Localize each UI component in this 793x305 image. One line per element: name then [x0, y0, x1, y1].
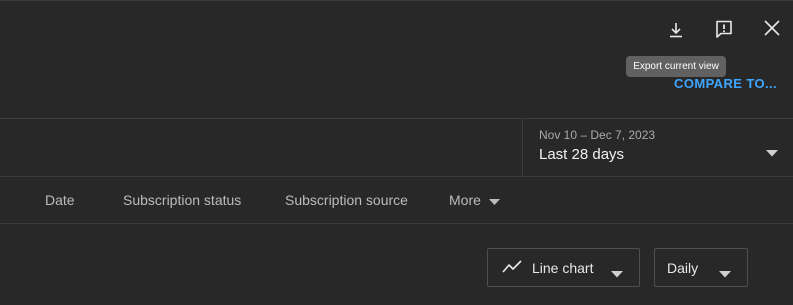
tabs-divider [0, 223, 793, 224]
caret-down-icon [766, 144, 778, 162]
tab-date[interactable]: Date [45, 176, 75, 223]
tab-more[interactable]: More [449, 176, 500, 223]
tab-subscription-status[interactable]: Subscription status [123, 176, 241, 223]
download-icon[interactable] [662, 16, 690, 44]
interval-select[interactable]: Daily [654, 248, 748, 287]
interval-label: Daily [667, 260, 699, 276]
date-range-text: Nov 10 – Dec 7, 2023 [539, 128, 656, 142]
tab-subscription-source[interactable]: Subscription source [285, 176, 408, 223]
feedback-icon[interactable] [710, 15, 738, 43]
close-icon[interactable] [758, 14, 786, 42]
dimension-tabs: Date Subscription status Subscription so… [0, 176, 793, 223]
tab-label: Date [45, 191, 75, 208]
caret-down-icon [488, 192, 500, 208]
tab-label: Subscription status [123, 191, 242, 208]
analytics-report-panel: Export current view COMPARE TO... Nov 10… [0, 0, 793, 305]
tab-label: Subscription source [285, 191, 408, 208]
caret-down-icon [611, 265, 623, 281]
chart-type-label: Line chart [532, 260, 594, 276]
export-tooltip: Export current view [626, 56, 726, 77]
caret-down-icon [719, 265, 731, 281]
line-chart-icon [502, 260, 522, 277]
chart-type-select[interactable]: Line chart [487, 248, 640, 287]
compare-to-link[interactable]: COMPARE TO... [674, 76, 777, 91]
top-divider [0, 0, 793, 1]
tab-label: More [449, 191, 481, 208]
date-preset-label: Last 28 days [539, 146, 625, 163]
date-range-picker[interactable]: Nov 10 – Dec 7, 2023 Last 28 days [522, 119, 793, 176]
